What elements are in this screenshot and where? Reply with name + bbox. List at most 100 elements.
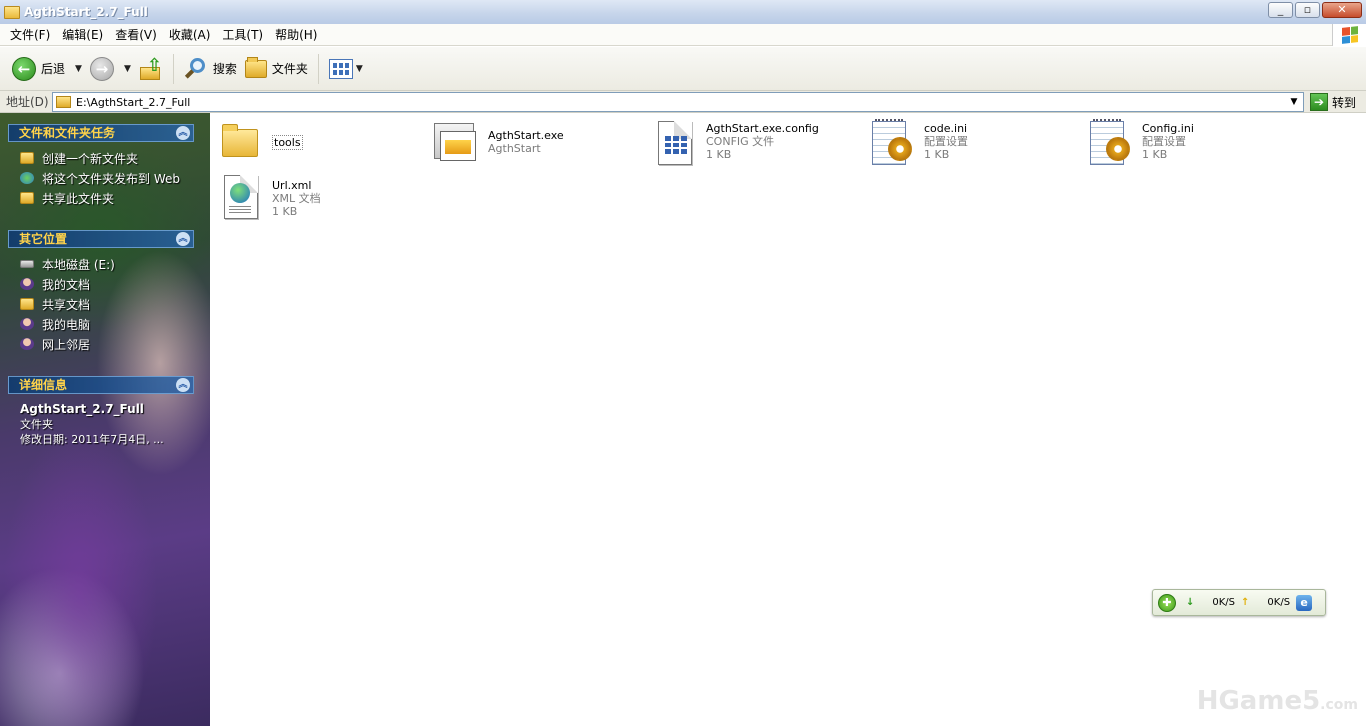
search-button[interactable]: 搜索: [180, 51, 241, 87]
views-button[interactable]: ▼: [325, 51, 367, 87]
collapse-icon[interactable]: ︽: [176, 378, 190, 392]
back-arrow-icon: ←: [12, 56, 36, 81]
chevron-down-icon[interactable]: ▼: [1286, 94, 1302, 110]
publish-web-link[interactable]: 将这个文件夹发布到 Web: [8, 168, 194, 188]
details-name: AgthStart_2.7_Full: [20, 402, 144, 416]
section-title: 详细信息: [19, 378, 68, 392]
file-type: CONFIG 文件: [706, 135, 775, 148]
details-text: AgthStart_2.7_Full 文件夹 修改日期: 2011年7月4日, …: [8, 394, 194, 447]
minimize-button[interactable]: _: [1268, 2, 1293, 18]
watermark-text: HGame5: [1196, 686, 1321, 716]
file-item-url-xml[interactable]: Url.xml XML 文档 1 KB: [216, 173, 426, 225]
link-label: 本地磁盘 (E:): [42, 257, 115, 272]
up-button[interactable]: ⇧: [135, 51, 167, 87]
my-computer-link[interactable]: 我的电脑: [8, 314, 194, 334]
chevron-down-icon[interactable]: ▼: [356, 64, 363, 74]
folder-icon: [56, 96, 71, 108]
task-pane: 文件和文件夹任务 ︽ 创建一个新文件夹 将这个文件夹发布到 Web 共享此文件夹…: [0, 113, 210, 726]
forward-button[interactable]: → ▼: [86, 51, 135, 87]
collapse-icon[interactable]: ︽: [176, 232, 190, 246]
search-icon: [184, 57, 208, 81]
file-size: 1 KB: [706, 148, 732, 161]
menu-edit[interactable]: 编辑(E): [56, 25, 109, 45]
section-title: 文件和文件夹任务: [19, 126, 116, 140]
file-name: tools: [272, 135, 303, 150]
disk-icon: [20, 260, 34, 268]
folders-button[interactable]: 文件夹: [241, 51, 312, 87]
folder-icon: [244, 56, 267, 78]
file-name: code.ini: [924, 122, 968, 135]
file-item-tools[interactable]: tools: [216, 119, 426, 171]
download-speed: 0K/S: [1212, 597, 1236, 608]
ini-settings-icon: [1086, 119, 1134, 167]
folder-up-icon: ⇧: [139, 56, 163, 81]
menu-favorites[interactable]: 收藏(A): [163, 25, 217, 45]
my-computer-icon: [20, 318, 34, 330]
address-bar: 地址(D) E:\AgthStart_2.7_Full ▼ ➔ 转到: [0, 91, 1366, 113]
link-label: 共享文档: [42, 297, 91, 312]
go-button[interactable]: ➔ 转到: [1310, 92, 1356, 112]
accelerator-logo-icon: ✚: [1158, 593, 1176, 612]
toolbar-divider: [317, 53, 319, 84]
network-places-link[interactable]: 网上邻居: [8, 334, 194, 354]
file-name: Url.xml: [272, 179, 312, 192]
collapse-icon[interactable]: ︽: [176, 126, 190, 140]
file-type: 配置设置: [924, 135, 968, 148]
file-size: 1 KB: [1142, 148, 1168, 161]
section-header[interactable]: 其它位置 ︽: [8, 230, 194, 248]
menu-tools[interactable]: 工具(T): [216, 25, 269, 45]
file-item-agthstart-config[interactable]: AgthStart.exe.config CONFIG 文件 1 KB: [650, 119, 860, 171]
application-icon: [432, 119, 480, 167]
section-header[interactable]: 详细信息 ︽: [8, 376, 194, 394]
maximize-button[interactable]: ▫: [1295, 2, 1320, 18]
shared-folder-icon: [20, 298, 34, 310]
section-header[interactable]: 文件和文件夹任务 ︽: [8, 124, 194, 142]
back-button[interactable]: ← 后退 ▼: [8, 51, 86, 87]
title-bar: AgthStart_2.7_Full _ ▫ ✕: [0, 0, 1366, 24]
folder-icon: [216, 119, 264, 167]
file-type: 配置设置: [1142, 135, 1186, 148]
forward-arrow-icon: →: [89, 56, 114, 81]
chevron-down-icon[interactable]: ▼: [124, 64, 131, 74]
chevron-down-icon[interactable]: ▼: [75, 64, 82, 74]
xml-document-icon: [216, 173, 264, 221]
network-speed-widget[interactable]: ✚ ↓ 0K/S ↑ 0K/S e: [1152, 589, 1326, 616]
upload-speed: 0K/S: [1267, 597, 1291, 608]
create-folder-link[interactable]: 创建一个新文件夹: [8, 148, 194, 168]
file-type: XML 文档: [272, 192, 321, 205]
window-title: AgthStart_2.7_Full: [24, 5, 148, 19]
file-item-config-ini[interactable]: Config.ini 配置设置 1 KB: [1086, 119, 1296, 171]
menu-file[interactable]: 文件(F): [4, 25, 56, 45]
download-arrow-icon: ↓: [1186, 597, 1195, 608]
my-documents-link[interactable]: 我的文档: [8, 274, 194, 294]
go-arrow-icon: ➔: [1310, 93, 1328, 111]
link-label: 创建一个新文件夹: [42, 151, 139, 166]
share-folder-link[interactable]: 共享此文件夹: [8, 188, 194, 208]
link-label: 我的文档: [42, 277, 91, 292]
address-path[interactable]: E:\AgthStart_2.7_Full: [76, 96, 190, 109]
details-modified: 修改日期: 2011年7月4日, ...: [20, 433, 164, 446]
config-file-icon: [650, 119, 698, 167]
file-item-code-ini[interactable]: code.ini 配置设置 1 KB: [868, 119, 1078, 171]
my-documents-icon: [20, 278, 34, 290]
file-item-agthstart-exe[interactable]: AgthStart.exe AgthStart: [432, 119, 642, 171]
close-button[interactable]: ✕: [1322, 2, 1362, 18]
web-publish-icon: [20, 172, 34, 184]
file-view[interactable]: tools AgthStart.exe AgthStart AgthStart.…: [210, 113, 1366, 726]
browser-icon[interactable]: e: [1296, 594, 1313, 611]
address-input[interactable]: E:\AgthStart_2.7_Full ▼: [52, 92, 1304, 112]
file-description: AgthStart: [488, 142, 541, 155]
menu-help[interactable]: 帮助(H): [269, 25, 323, 45]
share-folder-icon: [20, 192, 34, 204]
file-name: AgthStart.exe: [488, 129, 564, 142]
link-label: 我的电脑: [42, 317, 91, 332]
section-title: 其它位置: [19, 232, 68, 246]
search-label: 搜索: [212, 62, 237, 76]
link-label: 共享此文件夹: [42, 191, 115, 206]
ini-settings-icon: [868, 119, 916, 167]
shared-documents-link[interactable]: 共享文档: [8, 294, 194, 314]
local-disk-link[interactable]: 本地磁盘 (E:): [8, 254, 194, 274]
menu-view[interactable]: 查看(V): [109, 25, 163, 45]
folders-label: 文件夹: [271, 62, 308, 76]
views-icon: [328, 58, 353, 79]
